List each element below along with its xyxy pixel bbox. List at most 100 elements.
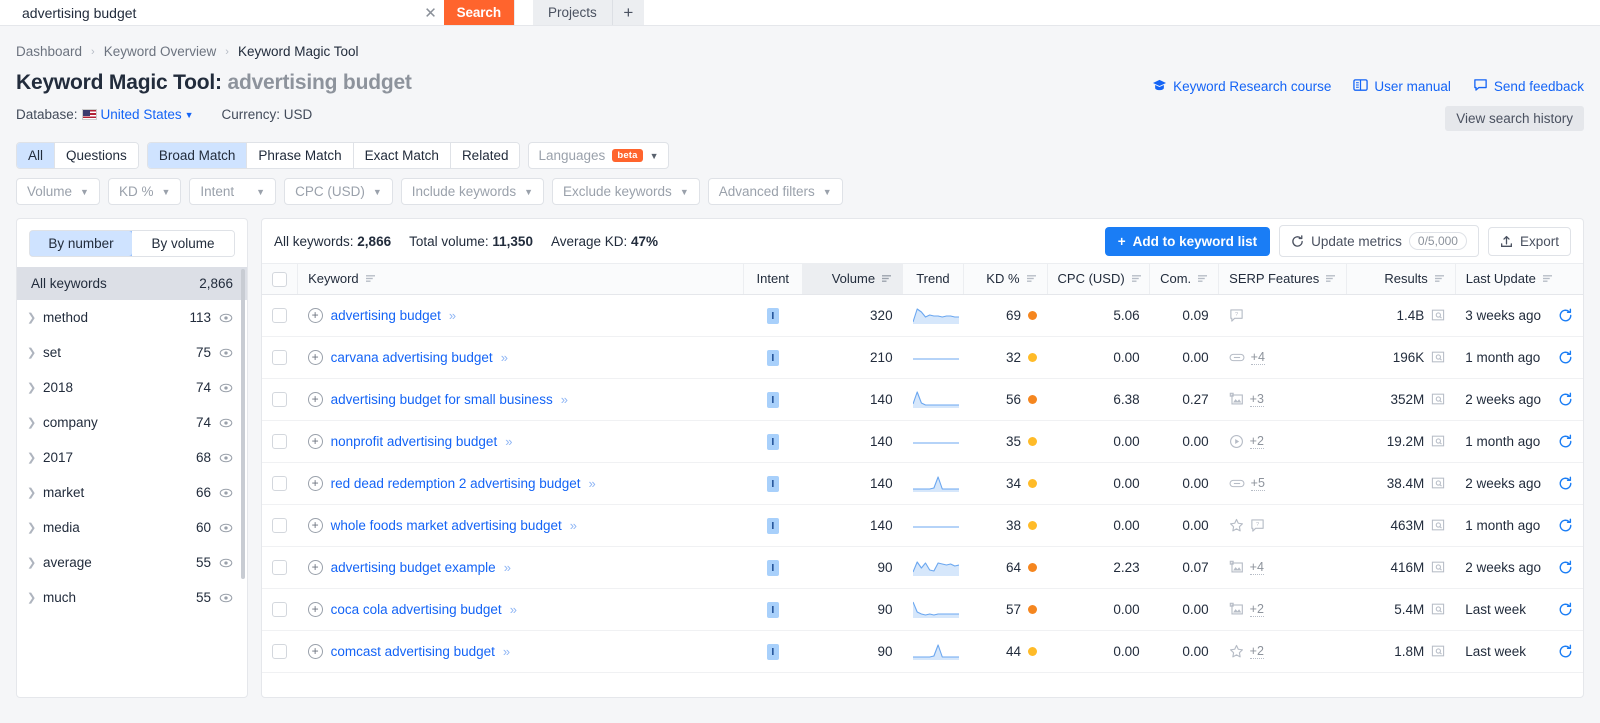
keyword-link[interactable]: red dead redemption 2 advertising budget <box>331 476 581 491</box>
sidebar-item-media[interactable]: ❯ media 60 <box>17 510 247 545</box>
row-checkbox[interactable] <box>272 643 288 659</box>
eye-icon[interactable] <box>219 416 233 430</box>
keyword-link[interactable]: advertising budget <box>331 308 441 323</box>
refresh-icon[interactable] <box>1558 560 1573 575</box>
chevron-right-icon[interactable]: ❯ <box>27 521 43 534</box>
reviews-star-icon[interactable] <box>1229 644 1244 659</box>
keyword-expand-icon[interactable]: » <box>503 644 510 659</box>
sidebar-item-set[interactable]: ❯ set 75 <box>17 335 247 370</box>
table-row[interactable]: + red dead redemption 2 advertising budge… <box>262 462 1583 505</box>
keyword-research-course-link[interactable]: Keyword Research course <box>1152 79 1331 95</box>
sitelinks-icon[interactable] <box>1229 350 1245 365</box>
view-search-history-button[interactable]: View search history <box>1445 106 1584 131</box>
select-all-checkbox[interactable] <box>272 271 288 287</box>
tab-phrase-match[interactable]: Phrase Match <box>247 143 354 168</box>
view-serp-icon[interactable] <box>1431 560 1445 574</box>
view-serp-icon[interactable] <box>1431 476 1445 490</box>
table-row[interactable]: + advertising budget for small business » I… <box>262 378 1583 421</box>
chevron-right-icon[interactable]: ❯ <box>27 556 43 569</box>
keyword-expand-icon[interactable]: » <box>561 392 568 407</box>
serp-more-count[interactable]: +2 <box>1249 644 1264 659</box>
serp-more-count[interactable]: +4 <box>1250 350 1265 365</box>
intent-badge[interactable]: I <box>766 433 779 450</box>
keyword-link[interactable]: comcast advertising budget <box>331 644 495 659</box>
keyword-link[interactable]: nonprofit advertising budget <box>331 434 498 449</box>
filter-kd[interactable]: KD % ▼ <box>107 178 182 205</box>
filter-volume[interactable]: Volume ▼ <box>16 178 100 205</box>
tab-all[interactable]: All <box>17 143 56 168</box>
intent-badge[interactable]: I <box>766 601 779 618</box>
refresh-icon[interactable] <box>1558 350 1573 365</box>
column-header-last-update[interactable]: Last Update <box>1454 264 1583 295</box>
close-icon[interactable]: ✕ <box>418 0 444 25</box>
row-checkbox[interactable] <box>272 517 288 533</box>
refresh-icon[interactable] <box>1558 434 1573 449</box>
table-row[interactable]: + advertising budget » I 320 69 5.06 0.09? 1.4B 3… <box>262 294 1583 337</box>
keyword-link[interactable]: advertising budget for small business <box>331 392 553 407</box>
chevron-right-icon[interactable]: ❯ <box>27 346 43 359</box>
column-header-keyword[interactable]: Keyword <box>297 264 744 295</box>
keyword-link[interactable]: coca cola advertising budget <box>331 602 502 617</box>
sidebar-scrollbar[interactable] <box>241 269 245 579</box>
view-serp-icon[interactable] <box>1431 644 1445 658</box>
filter-intent[interactable]: Intent ▼ <box>189 178 277 205</box>
intent-badge[interactable]: I <box>766 307 779 324</box>
keyword-expand-icon[interactable]: » <box>504 560 511 575</box>
table-row[interactable]: + comcast advertising budget » I 90 44 0.00 0.0… <box>262 630 1583 673</box>
add-keyword-icon[interactable]: + <box>307 559 323 575</box>
refresh-icon[interactable] <box>1558 308 1573 323</box>
chevron-right-icon[interactable]: ❯ <box>27 416 43 429</box>
keyword-expand-icon[interactable]: » <box>449 308 456 323</box>
keyword-link[interactable]: advertising budget example <box>331 560 496 575</box>
eye-icon[interactable] <box>219 451 233 465</box>
intent-badge[interactable]: I <box>766 643 779 660</box>
tab-related[interactable]: Related <box>450 143 520 168</box>
refresh-icon[interactable] <box>1558 518 1573 533</box>
sidebar-item-2017[interactable]: ❯ 2017 68 <box>17 440 247 475</box>
filter-cpc[interactable]: CPC (USD) ▼ <box>284 178 393 205</box>
sidebar-item-much[interactable]: ❯ much 55 <box>17 580 247 615</box>
refresh-icon[interactable] <box>1558 392 1573 407</box>
row-checkbox[interactable] <box>272 601 288 617</box>
breadcrumb-item-dashboard[interactable]: Dashboard <box>16 44 82 59</box>
add-keyword-icon[interactable]: + <box>307 517 323 533</box>
filter-advanced[interactable]: Advanced filters ▼ <box>707 178 843 205</box>
column-header-results[interactable]: Results <box>1345 264 1456 295</box>
add-keyword-icon[interactable]: + <box>307 601 323 617</box>
keyword-expand-icon[interactable]: » <box>505 434 512 449</box>
breadcrumb-item-keyword-overview[interactable]: Keyword Overview <box>104 44 217 59</box>
sidebar-item-market[interactable]: ❯ market 66 <box>17 475 247 510</box>
serp-more-count[interactable]: +2 <box>1249 602 1264 617</box>
search-input[interactable] <box>0 0 418 25</box>
view-serp-icon[interactable] <box>1431 392 1445 406</box>
sidebar-item-average[interactable]: ❯ average 55 <box>17 545 247 580</box>
keyword-expand-icon[interactable]: » <box>589 476 596 491</box>
add-keyword-icon[interactable]: + <box>307 349 323 365</box>
add-keyword-icon[interactable]: + <box>307 433 323 449</box>
tab-broad-match[interactable]: Broad Match <box>147 143 248 168</box>
sidebar-item-all-keywords[interactable]: All keywords 2,866 <box>17 267 247 300</box>
add-keyword-icon[interactable]: + <box>307 643 323 659</box>
view-serp-icon[interactable] <box>1431 602 1445 616</box>
intent-badge[interactable]: I <box>766 475 779 492</box>
eye-icon[interactable] <box>219 381 233 395</box>
column-header-cpc[interactable]: CPC (USD) <box>1046 264 1150 295</box>
chevron-right-icon[interactable]: ❯ <box>27 451 43 464</box>
image-pack-icon[interactable] <box>1229 602 1244 617</box>
tab-exact-match[interactable]: Exact Match <box>353 143 451 168</box>
row-checkbox[interactable] <box>272 349 288 365</box>
keyword-expand-icon[interactable]: » <box>501 350 508 365</box>
image-pack-icon[interactable] <box>1229 392 1244 407</box>
update-metrics-button[interactable]: Update metrics 0/5,000 <box>1279 225 1479 257</box>
column-header-com[interactable]: Com. <box>1149 264 1219 295</box>
refresh-icon[interactable] <box>1558 602 1573 617</box>
chevron-right-icon[interactable]: ❯ <box>27 591 43 604</box>
refresh-icon[interactable] <box>1558 644 1573 659</box>
send-feedback-link[interactable]: Send feedback <box>1473 78 1584 95</box>
keyword-expand-icon[interactable]: » <box>510 602 517 617</box>
chevron-right-icon[interactable]: ❯ <box>27 311 43 324</box>
row-checkbox[interactable] <box>272 391 288 407</box>
add-keyword-icon[interactable]: + <box>307 391 323 407</box>
column-header-serp-features[interactable]: SERP Features <box>1218 264 1347 295</box>
sidebar-item-2018[interactable]: ❯ 2018 74 <box>17 370 247 405</box>
